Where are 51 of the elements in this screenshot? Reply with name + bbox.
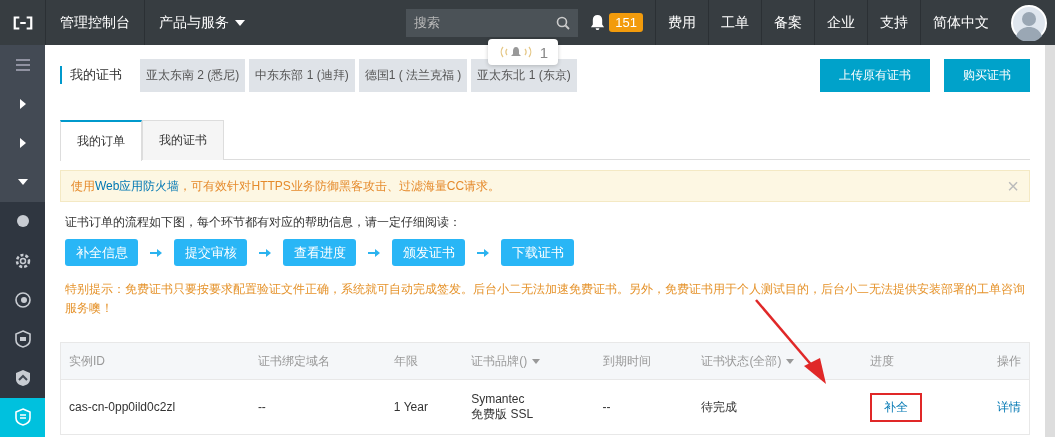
- column-header: 实例ID: [60, 342, 250, 380]
- shield-icon: [14, 369, 31, 388]
- shield-icon: [14, 329, 31, 348]
- notification-count: 151: [609, 13, 643, 32]
- table-cell: --: [594, 379, 694, 435]
- column-header: 到期时间: [594, 342, 694, 380]
- arrow-icon: [477, 247, 489, 258]
- column-header: 进度: [861, 342, 967, 380]
- region-tab[interactable]: 中东东部 1 (迪拜): [249, 58, 355, 92]
- caret-icon: [235, 19, 245, 26]
- logo-icon[interactable]: [12, 14, 34, 31]
- notice-text: 特别提示：免费证书只要按要求配置验证文件正确，系统就可自动完成签发。后台小二无法加速免费证书。另外，免费证书用于个人测试目的，后台小二无法提供安装部署的工单咨询服务噢！: [65, 281, 1026, 317]
- popup-count: 1: [539, 43, 549, 61]
- waf-link[interactable]: Web应用防火墙: [95, 178, 180, 193]
- table-cell: Symantec 免费版 SSL: [463, 379, 595, 435]
- gear-icon: [13, 251, 32, 270]
- alert-message: 使用Web应用防火墙，可有效针对HTTPS业务防御黑客攻击、过滤海量CC请求。: [71, 177, 501, 195]
- caret-down-icon: [17, 179, 28, 186]
- arrow-icon: [368, 247, 380, 258]
- details-link[interactable]: 详情: [997, 399, 1021, 414]
- search-icon[interactable]: [556, 15, 571, 30]
- scrollbar[interactable]: [1045, 45, 1055, 437]
- page-title: 我的证书: [60, 66, 130, 84]
- caret-icon: [786, 358, 795, 364]
- menu-icon: [15, 58, 30, 71]
- region-tab[interactable]: 亚太东南 2 (悉尼): [140, 58, 246, 92]
- avatar-icon[interactable]: [1011, 4, 1047, 41]
- bell-icon[interactable]: [590, 14, 606, 31]
- column-header: 年限: [385, 342, 464, 380]
- table-cell: 待完成: [693, 379, 862, 435]
- column-header: 操作: [966, 342, 1030, 380]
- search-field[interactable]: 搜索: [406, 8, 579, 37]
- region-tab[interactable]: 德国1 ( 法兰克福 ): [358, 58, 468, 92]
- table-cell: --: [249, 379, 386, 435]
- complete-link[interactable]: 补全: [883, 399, 908, 414]
- arrow-icon: [259, 247, 271, 258]
- column-header: 证书绑定域名: [249, 342, 386, 380]
- caret-right-icon: [19, 137, 26, 148]
- tab[interactable]: 我的订单: [60, 120, 142, 161]
- arrow-icon: [150, 247, 162, 258]
- sidebar-item[interactable]: [0, 397, 45, 437]
- tab[interactable]: 我的证书: [142, 120, 224, 160]
- intro-text: 证书订单的流程如下图，每个环节都有对应的帮助信息，请一定仔细阅读：: [65, 214, 462, 231]
- caret-icon: [532, 358, 541, 364]
- circle-icon: [15, 214, 30, 229]
- table-cell: cas-cn-0pp0ild0c2zl: [60, 379, 250, 435]
- caret-right-icon: [19, 98, 26, 109]
- eye-icon: [13, 291, 32, 308]
- table-cell: 1 Year: [385, 379, 464, 435]
- certificate-icon: [14, 408, 31, 427]
- notification-popup[interactable]: 1: [488, 39, 558, 65]
